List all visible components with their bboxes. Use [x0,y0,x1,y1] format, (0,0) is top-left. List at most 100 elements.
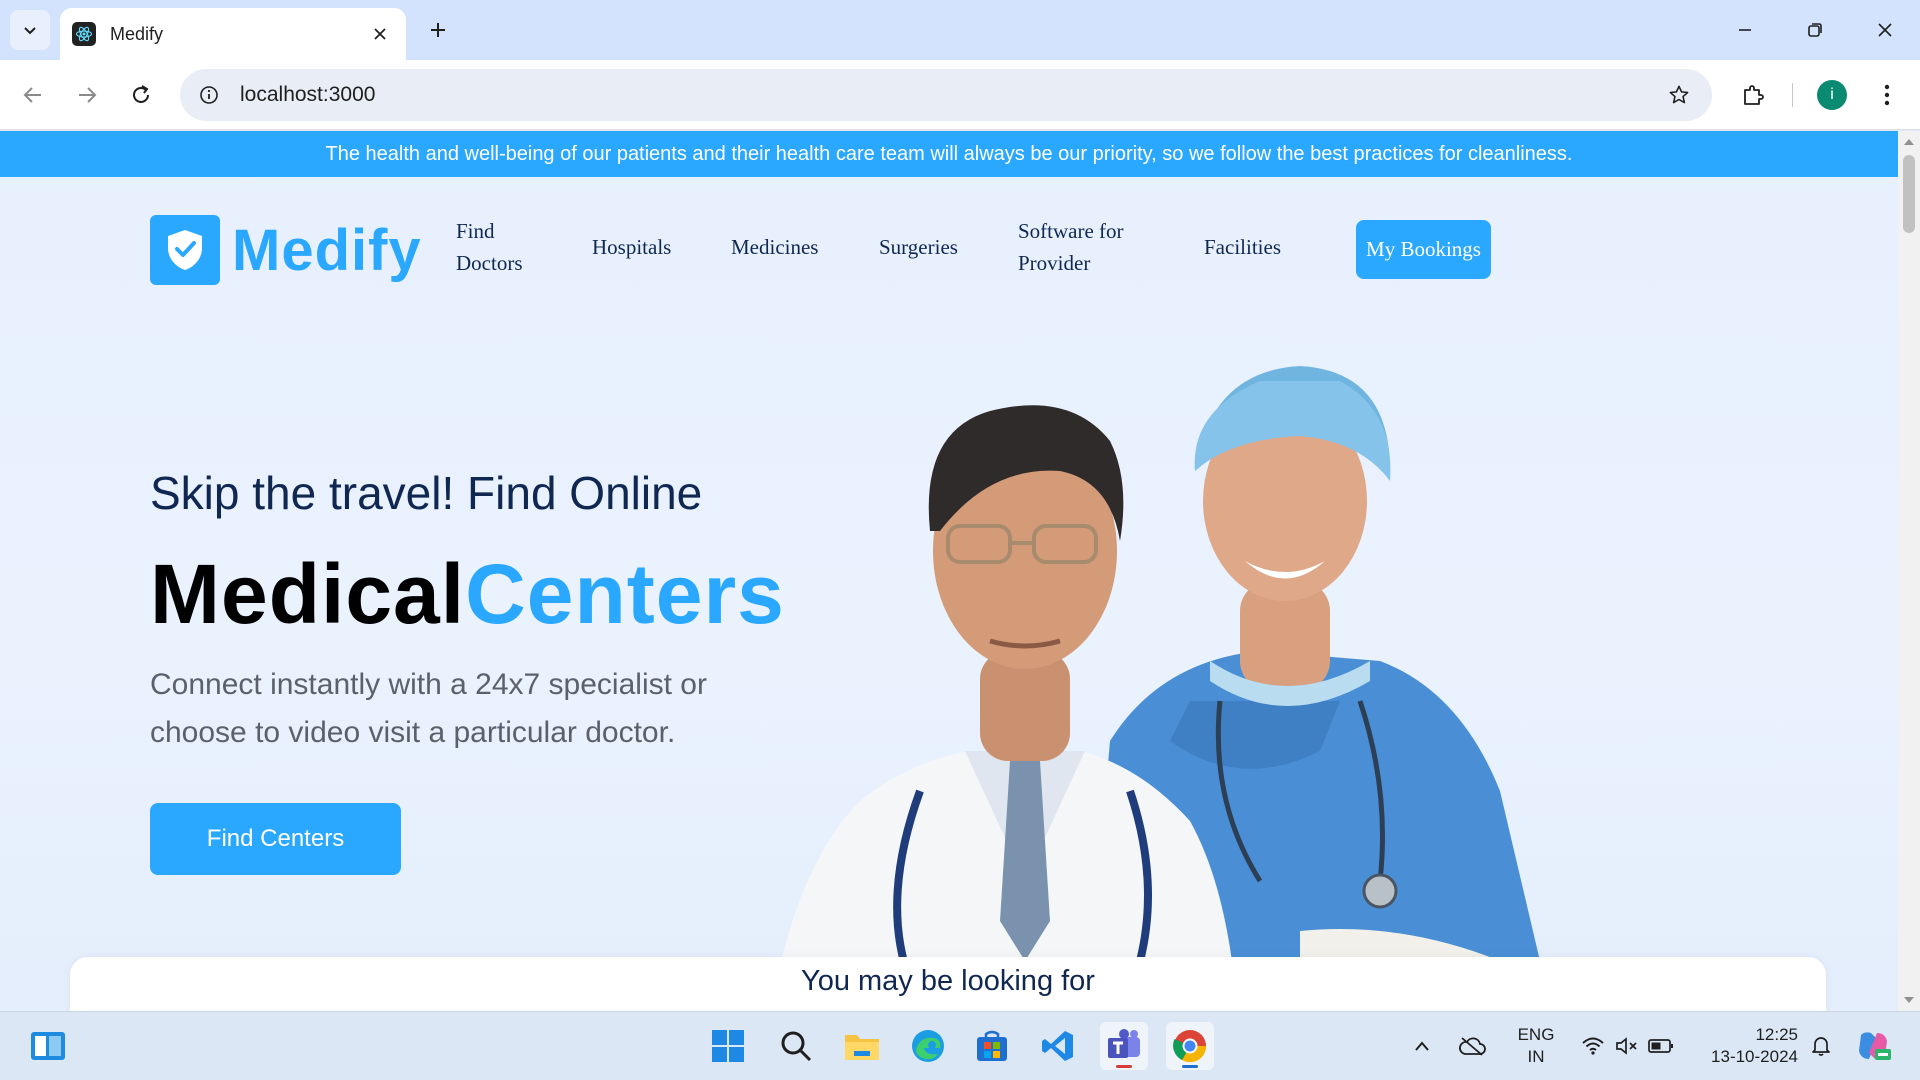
section-heading: You may be looking for [801,965,1095,997]
input-language-indicator[interactable]: ENG IN [1508,1024,1564,1068]
tab-strip: Medify [0,0,1920,60]
close-window-button[interactable] [1850,0,1920,60]
taskbar-search-button[interactable] [772,1022,820,1070]
chrome-active-indicator [1182,1065,1198,1068]
notifications-button[interactable] [1804,1022,1838,1070]
nav-software-line2: Provider [1018,251,1091,275]
scroll-up-arrow-icon[interactable] [1904,139,1914,145]
file-explorer-button[interactable] [838,1022,886,1070]
minimize-icon [1739,29,1751,31]
new-tab-button[interactable] [422,14,454,46]
announcement-bar: The health and well-being of our patient… [0,131,1898,177]
store-icon [977,1030,1007,1061]
more-vertical-icon [1884,84,1890,106]
looking-for-section: You may be looking for [70,957,1826,1011]
hero-description: Connect instantly with a 24x7 specialist… [150,668,707,749]
scroll-down-arrow-icon[interactable] [1904,997,1914,1003]
arrow-right-icon [79,87,97,103]
cloud-offline-icon [1459,1037,1486,1056]
clock-date: 13-10-2024 [1711,1047,1798,1066]
tab-title: Medify [110,23,164,44]
teams-icon [1108,1029,1140,1058]
battery-icon [1648,1039,1673,1053]
scrollbar-thumb[interactable] [1903,155,1915,233]
hero-title-part1: Medical [150,547,466,641]
hero-title: MedicalCenters [150,546,785,643]
restore-button[interactable] [1780,0,1850,60]
url-text: localhost:3000 [240,83,376,106]
show-hidden-icons-button[interactable] [1406,1022,1438,1070]
chevron-down-icon [24,27,36,35]
medify-logo[interactable]: Medify [150,215,422,285]
volume-button[interactable] [1610,1022,1644,1070]
bookmark-star-icon[interactable] [1664,80,1694,110]
chrome-button[interactable] [1166,1022,1214,1070]
bell-icon [1812,1037,1830,1056]
widgets-button[interactable] [24,1022,72,1070]
start-button[interactable] [704,1022,752,1070]
puzzle-icon [1744,85,1764,105]
clock[interactable]: 12:25 13-10-2024 [1694,1024,1798,1068]
edge-button[interactable] [904,1022,952,1070]
onedrive-button[interactable] [1454,1022,1490,1070]
browser-menu-button[interactable] [1870,78,1904,112]
widgets-icon [31,1032,65,1060]
teams-button[interactable] [1100,1022,1148,1070]
nav-software-for-provider[interactable]: Software for Provider [1018,215,1124,279]
nav-facilities[interactable]: Facilities [1204,231,1281,263]
store-button[interactable] [968,1022,1016,1070]
hero-doctors-image [770,366,1549,1011]
clock-time: 12:25 [1755,1025,1798,1044]
site-info-icon[interactable] [194,80,224,110]
react-favicon-icon [72,22,96,46]
nav-find-doctors-line1: Find [456,219,495,243]
profile-avatar[interactable]: i [1817,80,1847,110]
plus-icon [431,23,445,37]
close-icon [1878,23,1892,37]
edge-icon [912,1030,944,1062]
address-bar[interactable]: localhost:3000 [180,69,1712,121]
extensions-button[interactable] [1736,78,1770,112]
hero-title-part2: Centers [465,547,785,641]
browser-toolbar: localhost:3000 i [0,60,1920,130]
logo-text: Medify [232,217,422,283]
vscode-button[interactable] [1034,1022,1082,1070]
restore-icon [1808,23,1822,37]
search-icon [781,1031,812,1062]
windows-taskbar: ENG IN 12:25 13-10-2024 [0,1011,1920,1080]
arrow-left-icon [23,87,41,103]
chevron-up-icon [1415,1041,1429,1051]
nav-software-line1: Software for [1018,219,1124,243]
copilot-button[interactable] [1850,1022,1896,1070]
toolbar-divider [1792,83,1793,107]
minimize-button[interactable] [1710,0,1780,60]
reload-icon [133,85,149,103]
nav-find-doctors-line2: Doctors [456,251,523,275]
teams-notification-indicator [1116,1065,1132,1068]
region-code: IN [1527,1047,1545,1066]
close-tab-icon[interactable] [366,20,394,48]
file-explorer-icon [845,1035,879,1060]
copilot-icon [1859,1032,1891,1060]
find-centers-button[interactable]: Find Centers [150,803,401,875]
battery-button[interactable] [1644,1022,1678,1070]
my-bookings-button[interactable]: My Bookings [1356,220,1491,279]
windows-start-icon [712,1030,744,1062]
tab-search-button[interactable] [10,10,50,50]
network-button[interactable] [1576,1022,1610,1070]
nav-find-doctors[interactable]: Find Doctors [456,215,523,279]
back-button[interactable] [16,78,50,112]
page-scrollbar[interactable] [1898,131,1920,1011]
chrome-icon [1173,1030,1207,1063]
vscode-icon [1042,1031,1073,1061]
shield-check-icon [150,215,220,285]
nav-medicines[interactable]: Medicines [731,231,818,263]
nav-surgeries[interactable]: Surgeries [879,231,958,263]
web-page: The health and well-being of our patient… [0,131,1898,1011]
reload-button[interactable] [124,78,158,112]
window-controls [1710,0,1920,60]
nav-hospitals[interactable]: Hospitals [592,231,671,263]
forward-button[interactable] [70,78,104,112]
wifi-icon [1582,1037,1604,1055]
browser-tab[interactable]: Medify [60,8,406,60]
